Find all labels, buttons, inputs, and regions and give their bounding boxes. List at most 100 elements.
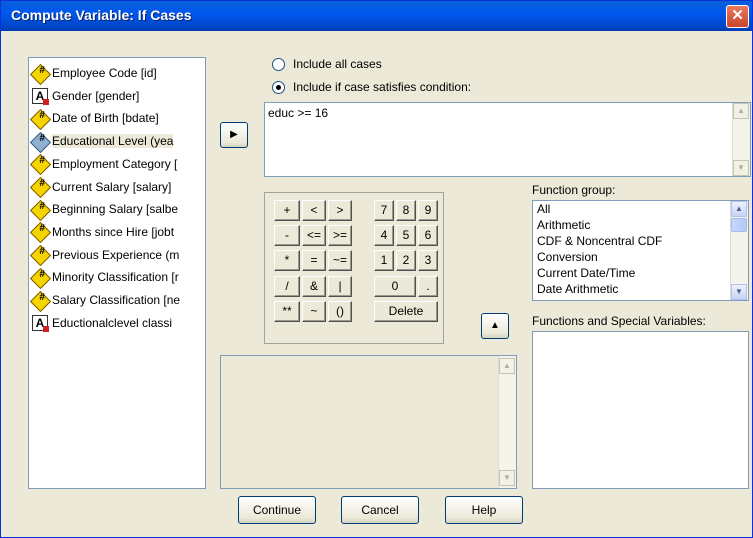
radio-checked-icon <box>272 80 285 94</box>
continue-button[interactable]: Continue <box>238 496 316 524</box>
function-group-scrollbar[interactable]: ▲ ▼ <box>730 201 748 300</box>
variable-item[interactable]: Minority Classification [r <box>29 266 179 289</box>
include-if-condition-radio[interactable]: Include if case satisfies condition: <box>272 80 471 94</box>
string-variable-icon: A <box>32 315 49 333</box>
keypad-key[interactable]: 1 <box>374 250 394 271</box>
keypad-key[interactable]: () <box>328 301 352 322</box>
keypad-key[interactable]: ~= <box>328 250 352 271</box>
keypad-key[interactable]: 8 <box>396 200 416 221</box>
scroll-up-icon[interactable]: ▲ <box>733 103 749 119</box>
keypad-key[interactable]: 5 <box>396 225 416 246</box>
variable-item[interactable]: Previous Experience (m <box>29 244 180 267</box>
keypad-key[interactable]: 3 <box>418 250 438 271</box>
variable-label: Date of Birth [bdate] <box>52 111 159 126</box>
arrow-right-icon: ▶ <box>230 129 238 140</box>
function-group-label: Function group: <box>532 183 616 197</box>
scale-variable-icon <box>29 199 52 221</box>
expression-scrollbar[interactable]: ▲ ▼ <box>732 103 750 176</box>
variable-item[interactable]: Months since Hire [jobt <box>29 221 175 244</box>
variable-item[interactable]: Educational Level (yea <box>29 130 174 153</box>
scroll-down-icon[interactable]: ▼ <box>733 160 749 176</box>
scale-variable-icon <box>29 154 52 176</box>
keypad-key[interactable]: ~ <box>302 301 326 322</box>
keypad-key[interactable]: ** <box>274 301 300 322</box>
keypad-key[interactable]: 0 <box>374 276 416 297</box>
variable-list[interactable]: Employee Code [id]AGender [gender]Date o… <box>28 57 206 489</box>
keypad-key[interactable]: 4 <box>374 225 394 246</box>
variable-item[interactable]: Date of Birth [bdate] <box>29 107 159 130</box>
keypad-key[interactable]: > <box>328 200 352 221</box>
include-all-cases-label: Include all cases <box>293 57 382 71</box>
variable-item[interactable]: Employment Category [ <box>29 153 178 176</box>
help-button[interactable]: Help <box>445 496 523 524</box>
function-group-item[interactable]: Date Arithmetic <box>537 282 618 296</box>
keypad-key[interactable]: Delete <box>374 301 438 322</box>
keypad-key[interactable]: >= <box>328 225 352 246</box>
close-button[interactable]: ✕ <box>726 5 749 28</box>
scale-variable-icon <box>29 108 52 130</box>
calculator-keypad: + < >7 8 9 - <= >= 4 5 6 * = ~= 1 2 3 /& | 0. ** ~() Delete <box>264 192 444 344</box>
scale-variable-icon <box>29 131 52 153</box>
function-group-item[interactable]: Conversion <box>537 250 598 264</box>
variable-item[interactable]: A Eductionalclevel classi <box>32 312 172 334</box>
keypad-key[interactable]: <= <box>302 225 326 246</box>
scroll-down-icon[interactable]: ▼ <box>499 470 515 486</box>
function-group-item[interactable]: CDF & Noncentral CDF <box>537 234 662 248</box>
functions-special-list[interactable] <box>532 331 749 489</box>
keypad-key[interactable]: . <box>418 276 438 297</box>
cancel-button[interactable]: Cancel <box>341 496 419 524</box>
variable-label: Months since Hire [jobt <box>52 224 175 239</box>
dialog-title: Compute Variable: If Cases <box>11 7 192 23</box>
scroll-thumb[interactable] <box>731 218 747 232</box>
variable-label: Eductionalclevel classi <box>52 315 173 330</box>
keypad-key[interactable]: 9 <box>418 200 438 221</box>
function-group-item[interactable]: Arithmetic <box>537 218 590 232</box>
string-variable-icon: A <box>32 88 49 106</box>
scroll-up-icon[interactable]: ▲ <box>499 358 515 374</box>
scale-variable-icon <box>29 244 52 267</box>
include-all-cases-radio[interactable]: Include all cases <box>272 57 382 71</box>
keypad-key[interactable]: 7 <box>374 200 394 221</box>
scale-variable-icon <box>29 63 52 85</box>
arrow-up-icon: ▲ <box>490 320 500 331</box>
keypad-key[interactable]: 6 <box>418 225 438 246</box>
expression-text: educ >= 16 <box>268 106 329 120</box>
keypad-key[interactable]: | <box>328 276 352 297</box>
variable-item[interactable]: A Gender [gender] <box>32 85 139 107</box>
variable-item[interactable]: Beginning Salary [salbe <box>29 198 179 221</box>
variable-label: Employee Code [id] <box>52 66 157 80</box>
scale-variable-icon <box>29 290 52 312</box>
function-description-box: ▲ ▼ <box>220 355 517 489</box>
variable-label: Minority Classification [r <box>52 270 179 285</box>
condition-expression-input[interactable]: educ >= 16 ▲ ▼ <box>264 102 751 177</box>
move-function-button[interactable]: ▲ <box>481 313 509 339</box>
variable-item[interactable]: Employee Code [id] <box>29 62 157 85</box>
function-group-list[interactable]: Date Arithmetic Current Date/Time Conversi… <box>532 200 749 301</box>
move-variable-button[interactable]: ▶ <box>220 122 248 148</box>
scale-variable-icon <box>29 176 52 199</box>
keypad-key[interactable]: / <box>274 276 300 297</box>
keypad-key[interactable]: * <box>274 250 300 271</box>
keypad-key[interactable]: + <box>274 200 300 221</box>
function-group-item[interactable]: All <box>537 202 550 216</box>
keypad-key[interactable]: = <box>302 250 326 271</box>
variable-item[interactable]: Salary Classification [ne <box>29 289 181 312</box>
keypad-key[interactable]: < <box>302 200 326 221</box>
variable-label: Beginning Salary [salbe <box>52 202 179 217</box>
scroll-down-icon[interactable]: ▼ <box>731 284 747 300</box>
scroll-up-icon[interactable]: ▲ <box>731 201 747 217</box>
variable-label: Employment Category [ <box>52 156 178 171</box>
variable-label: Gender [gender] <box>52 88 140 103</box>
variable-item[interactable]: Current Salary [salary] <box>29 176 171 199</box>
keypad-key[interactable]: - <box>274 225 300 246</box>
functions-special-label: Functions and Special Variables: <box>532 314 706 328</box>
compute-variable-if-cases-dialog: Compute Variable: If Cases ✕ Employee Co… <box>0 0 753 538</box>
function-group-item[interactable]: Current Date/Time <box>537 266 635 280</box>
keypad-key[interactable]: 2 <box>396 250 416 271</box>
variable-label: Salary Classification [ne <box>52 293 181 307</box>
keypad-key[interactable]: & <box>302 276 326 297</box>
description-scrollbar[interactable]: ▲ ▼ <box>498 356 516 488</box>
variable-label: Previous Experience (m <box>52 247 180 262</box>
radio-unchecked-icon <box>272 57 285 71</box>
variable-label: Educational Level (yea <box>52 134 174 149</box>
